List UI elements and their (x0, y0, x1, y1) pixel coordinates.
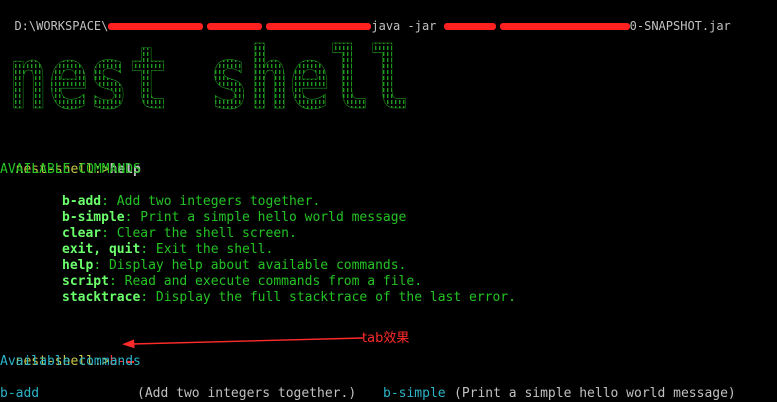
help-prompt-line: nest-shell:>help (0, 146, 141, 177)
command-name: help (62, 258, 94, 273)
commands-heading: AVAILABLE COMMANDS (0, 162, 141, 177)
command-description: : Exit the shell. (140, 242, 274, 257)
launch-command-line: D:\WORKSPACE\ java -jar 0-SNAPSHOT.jar (0, 2, 730, 33)
redaction-mark (499, 23, 630, 30)
tab-prompt-line: nest-shell:>b- (0, 338, 135, 369)
command-name: script (62, 274, 109, 289)
command-name: exit, quit (62, 242, 141, 257)
command-entry: script: Read and execute commands from a… (0, 274, 422, 290)
command-name: clear (62, 226, 102, 241)
command-description: : Add two integers together. (101, 194, 321, 209)
command-name: b-simple (62, 210, 125, 225)
banner-title: nest shell (8, 29, 410, 120)
redaction-mark (443, 23, 496, 30)
completion-row: b-add (Add two integers together.) b-simpl… (0, 370, 736, 401)
command-description: : Display the full stacktrace of the las… (140, 290, 516, 305)
command-entry: b-add: Add two integers together. (0, 194, 320, 210)
annotation-arrow (122, 337, 364, 349)
command-jar-tail: 0-SNAPSHOT.jar (629, 19, 731, 33)
command-entry: clear: Clear the shell screen. (0, 226, 297, 242)
command-description: : Print a simple hello world message (124, 210, 407, 225)
completion-heading: Available commands (0, 354, 141, 369)
command-entry: exit, quit: Exit the shell. (0, 242, 273, 258)
command-entry: help: Display help about available comma… (0, 258, 406, 274)
ascii-banner: nest shell (8, 29, 411, 120)
command-description: : Display help about available commands. (93, 258, 407, 273)
annotation-label: tab效果 (362, 331, 410, 346)
command-entry: b-simple: Print a simple hello world mes… (0, 210, 406, 226)
command-name: stacktrace (62, 290, 141, 305)
command-description: : Clear the shell screen. (101, 226, 297, 241)
command-description: : Read and execute commands from a file. (108, 274, 423, 289)
command-name: b-add (62, 194, 102, 209)
command-entry: stacktrace: Display the full stacktrace … (0, 290, 516, 306)
